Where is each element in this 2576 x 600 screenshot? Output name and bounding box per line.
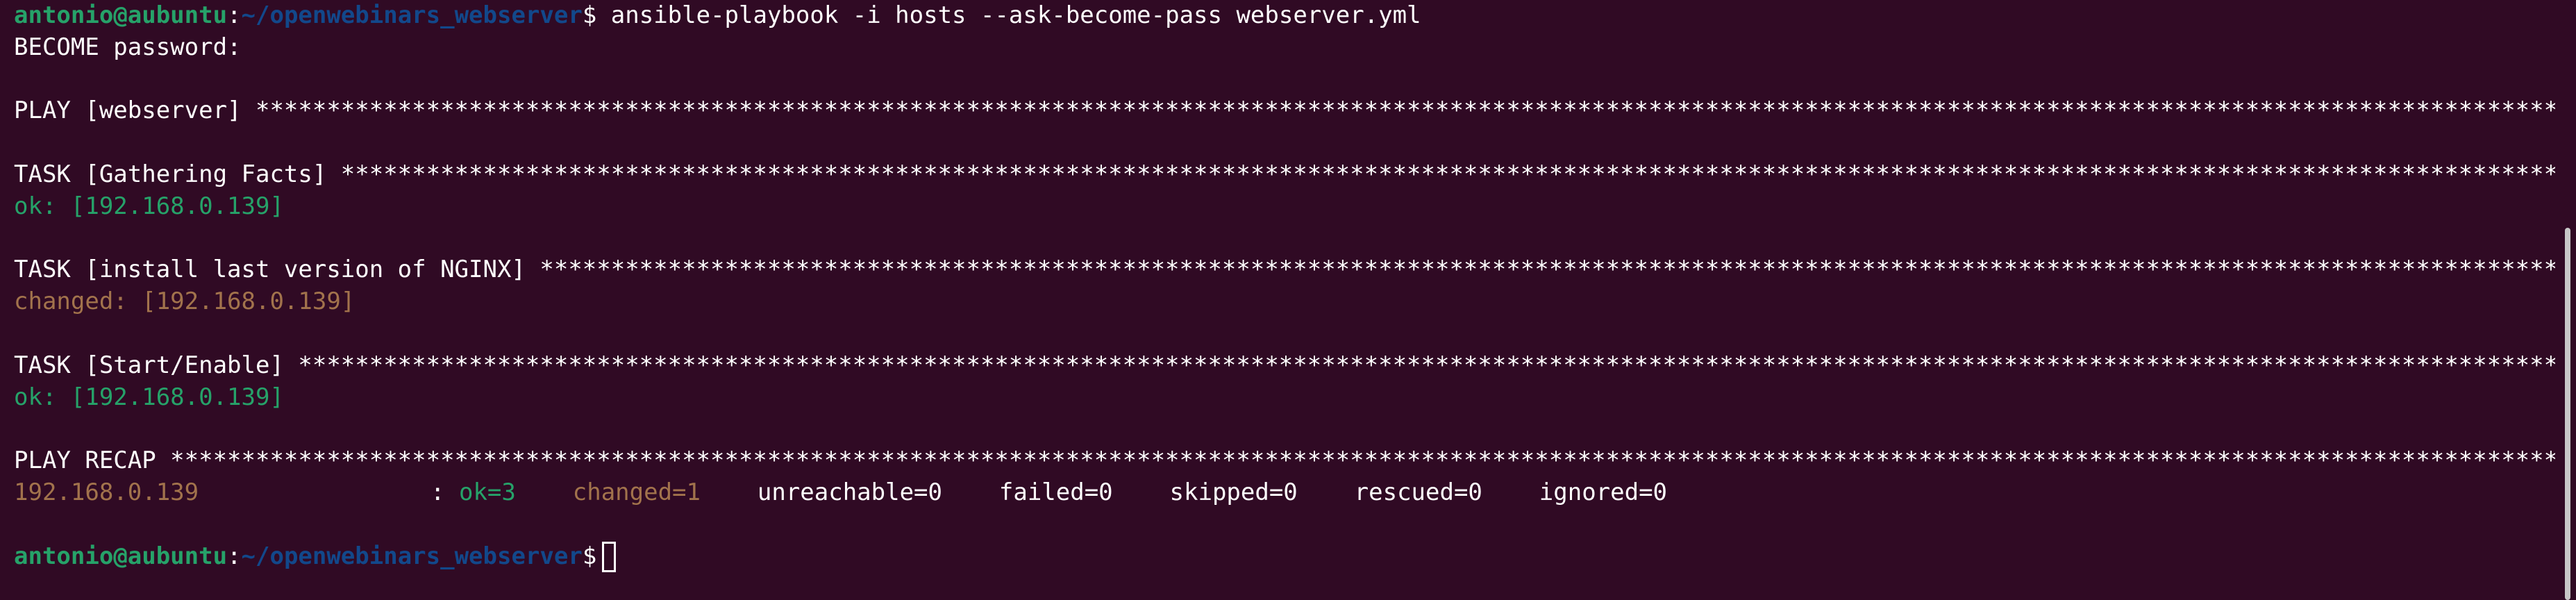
prompt-dollar: $ (582, 542, 597, 570)
task-header: TASK [Start/Enable] ********************… (14, 351, 2555, 379)
task-header: TASK [Gathering Facts] *****************… (14, 160, 2555, 188)
task-result-ok: ok: [192.168.0.139] (14, 383, 284, 411)
prompt-path: ~/openwebinars_webserver (241, 542, 583, 570)
recap-row: 192.168.0.139: ok=3 changed=1 unreachabl… (14, 477, 2555, 509)
recap-unreachable: unreachable=0 (757, 478, 942, 506)
recap-changed: changed=1 (572, 478, 701, 506)
recap-host: 192.168.0.139 (14, 478, 199, 506)
recap-header: PLAY RECAP *****************************… (14, 447, 2555, 475)
recap-skipped: skipped=0 (1169, 478, 1298, 506)
current-prompt-line[interactable]: antonio@aubuntu:~/openwebinars_webserver… (14, 541, 2555, 573)
play-header: PLAY [webserver] ***********************… (14, 97, 2555, 125)
terminal-window[interactable]: antonio@aubuntu:~/openwebinars_webserver… (0, 0, 2576, 600)
vertical-scrollbar[interactable] (2565, 228, 2570, 600)
task-result-changed: changed: [192.168.0.139] (14, 288, 356, 316)
recap-failed: failed=0 (998, 478, 1113, 506)
command-line: antonio@aubuntu:~/openwebinars_webserver… (14, 0, 2555, 32)
prompt-dollar: $ (582, 1, 597, 29)
task-result-ok: ok: [192.168.0.139] (14, 192, 284, 220)
recap-rescued: rescued=0 (1354, 478, 1482, 506)
prompt-path: ~/openwebinars_webserver (241, 1, 583, 29)
recap-ignored: ignored=0 (1539, 478, 1668, 506)
become-password-prompt: BECOME password: (14, 33, 242, 61)
command-text: ansible-playbook -i hosts --ask-become-p… (610, 1, 1421, 29)
task-header: TASK [install last version of NGINX] ***… (14, 256, 2555, 284)
prompt-user-host: antonio@aubuntu (14, 542, 228, 570)
prompt-user-host: antonio@aubuntu (14, 1, 228, 29)
recap-colon: : (430, 478, 445, 506)
recap-ok: ok=3 (458, 478, 516, 506)
prompt-separator: : (227, 542, 242, 570)
prompt-separator: : (227, 1, 242, 29)
text-cursor[interactable] (602, 542, 617, 573)
